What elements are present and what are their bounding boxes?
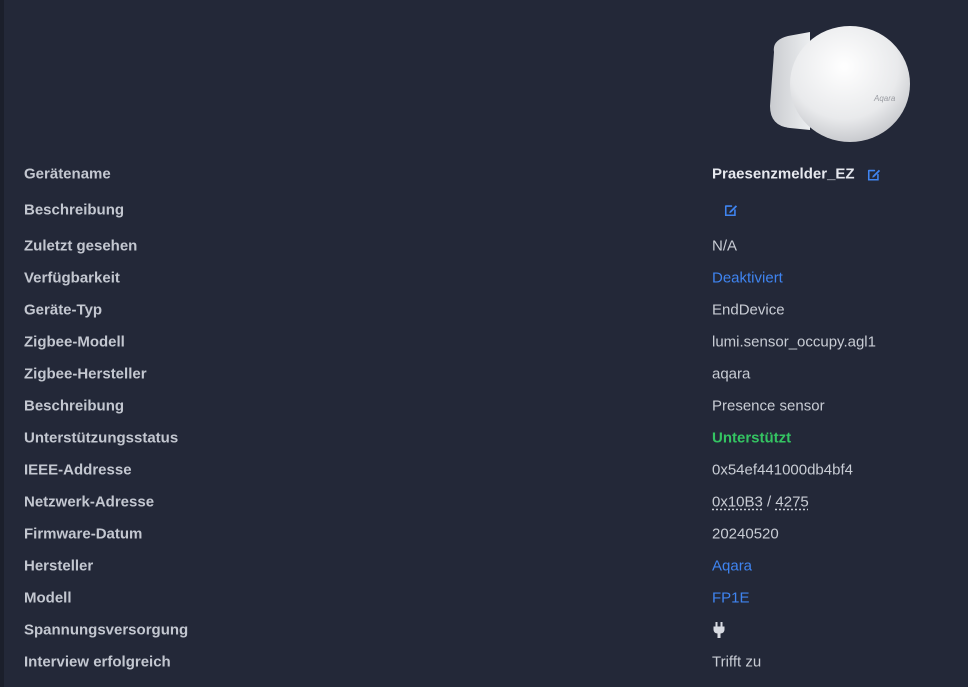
network-address-dec: 4275 [775, 493, 809, 511]
row-interview: Interview erfolgreich Trifft zu [0, 646, 968, 678]
device-name-text: Praesenzmelder_EZ [712, 165, 855, 183]
value-device-type: EndDevice [712, 301, 785, 319]
label-availability: Verfügbarkeit [24, 269, 120, 287]
row-zigbee-model: Zigbee-Modell lumi.sensor_occupy.agl1 [0, 326, 968, 358]
value-firmware-date: 20240520 [712, 525, 779, 543]
row-description: Beschreibung [0, 194, 968, 226]
value-zigbee-manufacturer: aqara [712, 365, 751, 383]
label-support-status: Unterstützungsstatus [24, 429, 179, 447]
label-description: Beschreibung [24, 201, 125, 219]
support-status-badge: Unterstützt [712, 429, 792, 447]
edit-description-icon[interactable] [724, 203, 738, 217]
row-model: Modell FP1E [0, 582, 968, 614]
row-model-description: Beschreibung Presence sensor [0, 390, 968, 422]
row-ieee-address: IEEE-Addresse 0x54ef441000db4bf4 [0, 454, 968, 486]
row-network-address: Netzwerk-Adresse 0x10B3 / 4275 [0, 486, 968, 518]
plug-icon [713, 622, 725, 638]
value-zigbee-model: lumi.sensor_occupy.agl1 [712, 333, 876, 351]
value-interview: Trifft zu [712, 653, 762, 671]
label-model-description: Beschreibung [24, 397, 125, 415]
row-support-status: Unterstützungsstatus Unterstützt [0, 422, 968, 454]
label-last-seen: Zuletzt gesehen [24, 237, 138, 255]
label-interview: Interview erfolgreich [24, 653, 171, 671]
label-power-source: Spannungsversorgung [24, 621, 189, 639]
row-device-name: Gerätename Praesenzmelder_EZ [0, 158, 968, 190]
label-zigbee-manufacturer: Zigbee-Hersteller [24, 365, 147, 383]
row-firmware-date: Firmware-Datum 20240520 [0, 518, 968, 550]
value-description [712, 203, 738, 217]
value-network-address: 0x10B3 / 4275 [712, 494, 809, 511]
row-power-source: Spannungsversorgung [0, 614, 968, 646]
label-ieee-address: IEEE-Addresse [24, 461, 132, 479]
label-network-address: Netzwerk-Adresse [24, 493, 155, 511]
value-device-name: Praesenzmelder_EZ [712, 166, 881, 183]
device-image: Aqara [770, 26, 910, 142]
model-link[interactable]: FP1E [712, 590, 750, 607]
manufacturer-link[interactable]: Aqara [712, 558, 752, 575]
device-logo-text: Aqara [873, 94, 896, 103]
row-availability: Verfügbarkeit Deaktiviert [0, 262, 968, 294]
row-manufacturer: Hersteller Aqara [0, 550, 968, 582]
label-device-name: Gerätename [24, 165, 111, 183]
availability-link[interactable]: Deaktiviert [712, 270, 783, 287]
label-firmware-date: Firmware-Datum [24, 525, 143, 543]
label-zigbee-model: Zigbee-Modell [24, 333, 125, 351]
value-last-seen: N/A [712, 237, 738, 255]
value-model-description: Presence sensor [712, 397, 825, 415]
label-device-type: Geräte-Typ [24, 301, 103, 319]
row-zigbee-manufacturer: Zigbee-Hersteller aqara [0, 358, 968, 390]
network-address-hex: 0x10B3 [712, 493, 763, 511]
label-model: Modell [24, 589, 72, 607]
network-address-separator: / [762, 493, 776, 511]
row-device-type: Geräte-Typ EndDevice [0, 294, 968, 326]
label-manufacturer: Hersteller [24, 557, 94, 575]
row-last-seen: Zuletzt gesehen N/A [0, 230, 968, 262]
value-power-source [712, 622, 726, 638]
value-ieee-address: 0x54ef441000db4bf4 [712, 461, 853, 479]
edit-icon[interactable] [867, 167, 881, 181]
